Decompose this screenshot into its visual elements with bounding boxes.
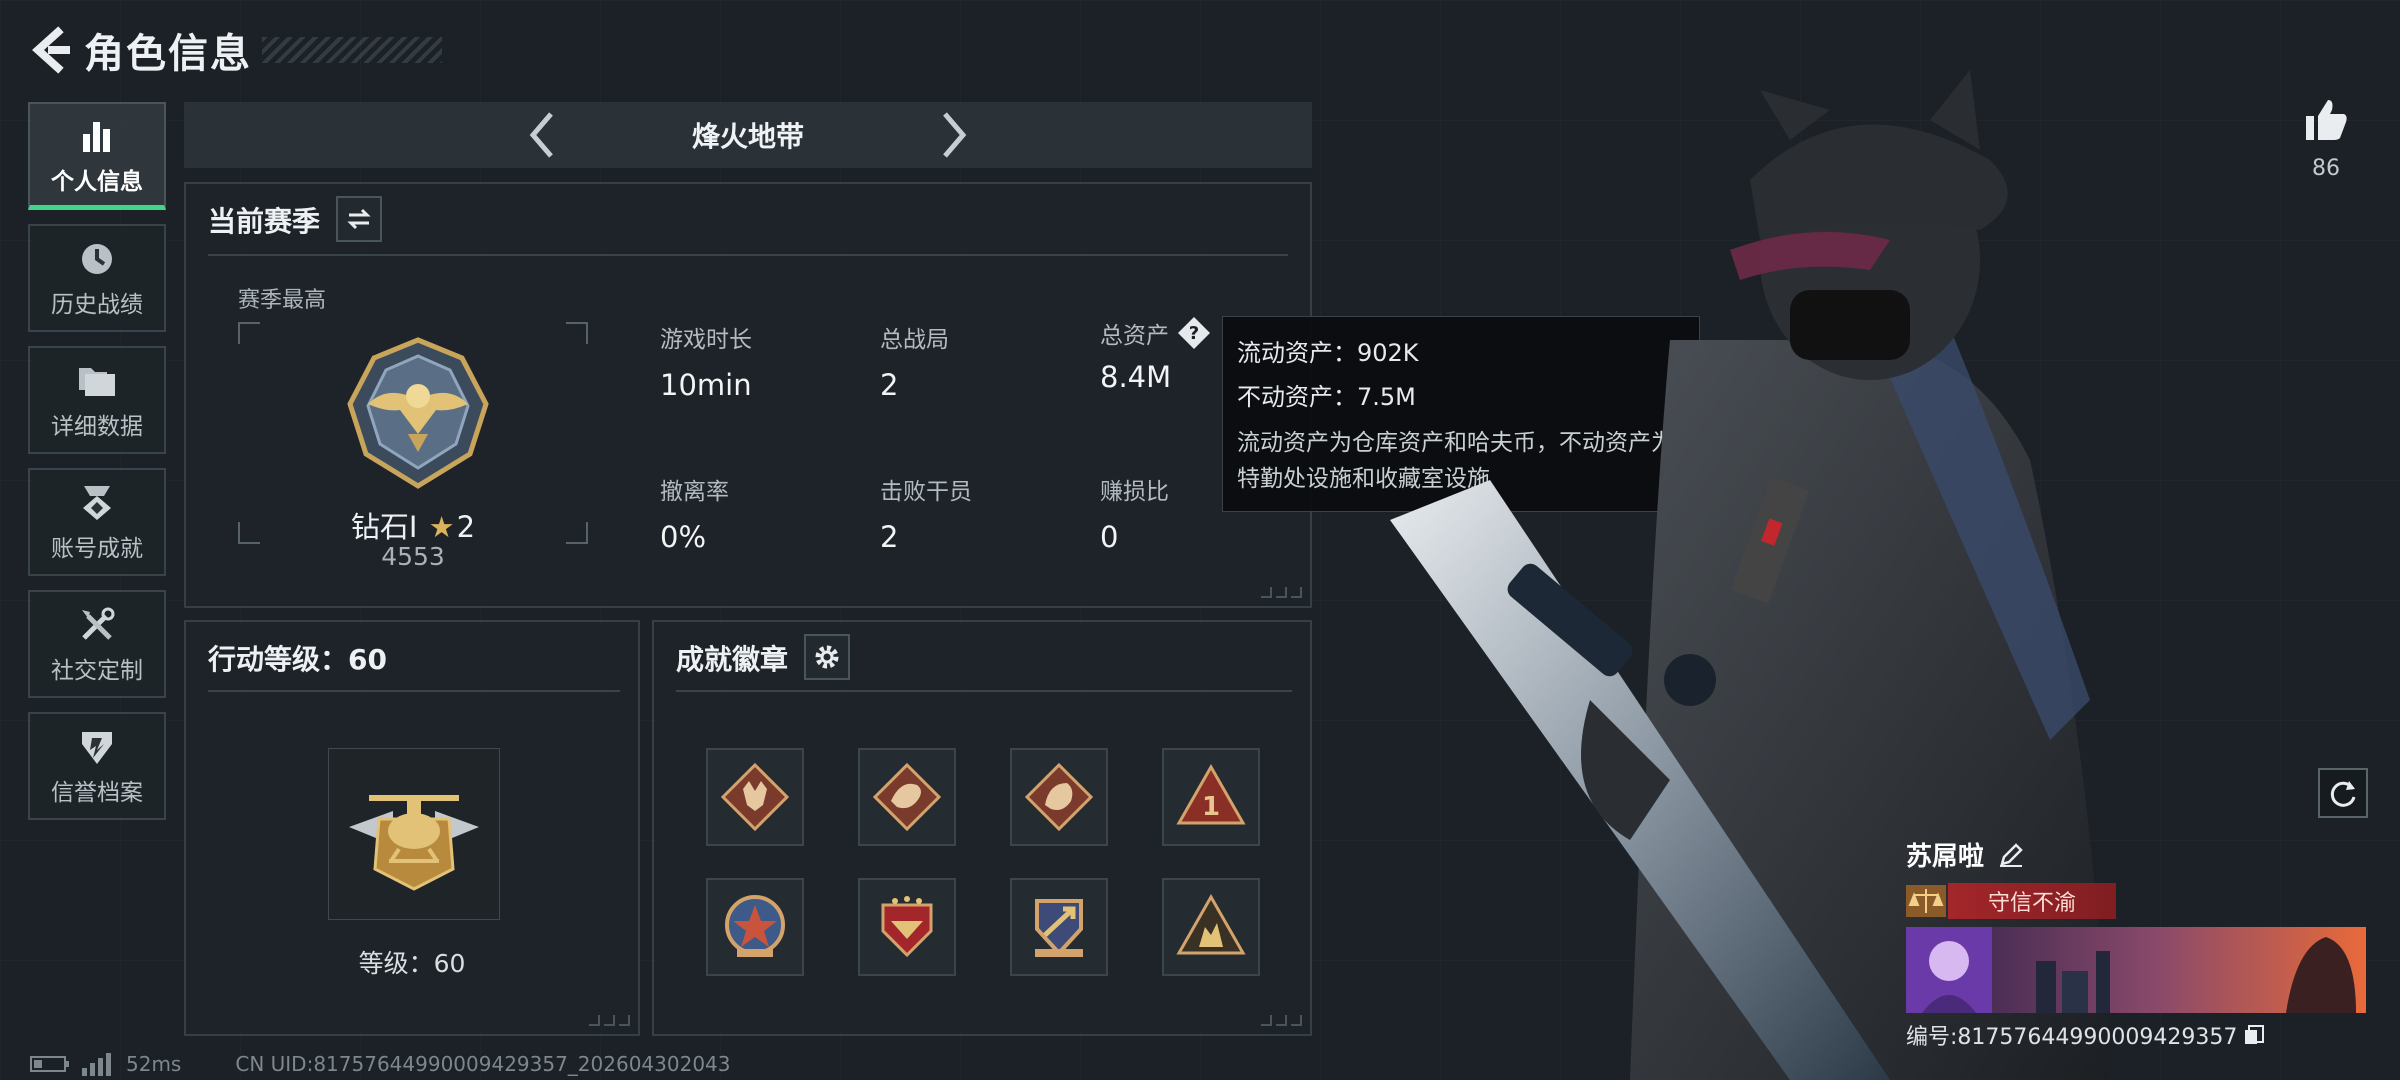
header: 角色信息 [28,22,442,78]
rank-name: 钻石I ★2 [350,510,476,544]
nav-label: 账号成就 [51,536,143,562]
corner-decoration [1261,587,1302,598]
like-button[interactable]: 86 [2296,96,2356,181]
soldiers-badge-icon[interactable] [1162,878,1260,976]
signal-icon [82,1053,111,1076]
tools-icon [78,603,116,647]
dragon-badge-icon[interactable] [858,748,956,846]
nav-label: 历史战绩 [51,292,143,318]
arrow-shield-badge-icon[interactable] [1010,878,1108,976]
divider [676,690,1292,692]
player-id: 编号:8175764499000942935​7 [1906,1025,2238,1050]
helicopter-emblem-icon [349,795,479,891]
season-title: 当前赛季 [208,205,321,238]
level-text: 等级：60 [358,949,466,978]
nav-item-credit-record[interactable]: 信誉档案 [28,712,166,820]
nav-label: 个人信息 [51,168,143,195]
season-panel: 当前赛季 赛季最高 钻石I ★2 4553 游戏时长 10min 总战局 2 总… [184,182,1312,608]
back-arrow-icon[interactable] [28,26,72,74]
dragon-badge-icon[interactable] [1010,748,1108,846]
chevron-right-icon[interactable] [924,105,984,165]
stat-total-assets: 总资产 ? 8.4M [1100,316,1211,394]
bar-chart-icon [79,114,115,158]
ping: 52ms [126,1052,182,1076]
level-title: 行动等级：60 [208,643,387,676]
player-card: 苏屌啦 守信不渝 编号:8175764499000942935​7 [1906,836,2366,1051]
stat-profit-ratio: 赚损比 0 [1100,479,1169,554]
side-nav: 个人信息 历史战绩 详细数据 账号成就 社交定制 信誉档案 [28,102,166,834]
player-banner [1906,927,2366,1013]
level-emblem [328,748,500,920]
nav-label: 详细数据 [51,414,143,440]
stat-play-time: 游戏时长 10min [660,327,752,402]
star-shield-badge-icon[interactable] [706,878,804,976]
mode-selector: 烽火地带 [184,102,1312,168]
nav-label: 社交定制 [51,658,143,684]
folder-icon [77,359,117,403]
svg-text:1: 1 [1202,792,1220,822]
nav-item-achievements[interactable]: 账号成就 [28,468,166,576]
badges-title: 成就徽章 [676,643,789,676]
battery-icon [30,1056,69,1072]
stat-extraction-rate: 撤离率 0% [660,479,729,554]
svg-text:?: ? [1189,323,1199,344]
nav-item-match-history[interactable]: 历史战绩 [28,224,166,332]
credit-label: 守信不渝 [1948,883,2117,919]
uid-text: CN UID:8175764499000942935​7_20260430204… [235,1052,731,1076]
rank-score: 4553 [381,542,445,571]
shield-icon [78,725,116,769]
wing-badge-icon[interactable] [858,878,956,976]
corner-decoration [1261,1015,1302,1026]
diamond-rank-emblem-icon [347,337,489,489]
player-name-row: 苏屌啦 [1906,836,2366,873]
edit-pencil-icon[interactable] [1998,842,2024,868]
medal-icon [78,481,116,525]
season-best-label: 赛季最高 [238,288,327,313]
swap-arrows-icon [347,208,371,230]
thumbs-up-icon [2306,100,2347,140]
refresh-icon [2330,781,2356,807]
corner-decoration [589,1015,630,1026]
status-bar: 52ms CN UID:8175764499000942935​7_202604… [30,1052,731,1076]
refresh-button[interactable] [2318,768,2368,818]
help-icon[interactable]: ? [1177,316,1211,350]
nav-item-social-custom[interactable]: 社交定制 [28,590,166,698]
player-name: 苏屌啦 [1906,842,1985,872]
wolf-badge-icon[interactable] [706,748,804,846]
like-count: 86 [2312,156,2340,181]
nav-item-personal-info[interactable]: 个人信息 [28,102,166,210]
rank-one-badge-icon[interactable]: 1 [1162,748,1260,846]
clock-icon [78,237,116,281]
gear-icon [815,645,839,669]
divider [208,254,1288,256]
swap-button[interactable] [336,196,382,242]
credit-row: 守信不渝 [1906,883,2366,919]
divider [208,690,620,692]
chevron-left-icon[interactable] [512,105,572,165]
nav-label: 信誉档案 [51,780,143,806]
mode-name: 烽火地带 [691,120,804,153]
star-icon: ★ [428,510,455,544]
stat-total-matches: 总战局 2 [880,327,949,402]
badges-panel: 成就徽章 1 [652,620,1312,1036]
action-level-panel: 行动等级：60 等级：60 [184,620,640,1036]
player-id-row: 编号:8175764499000942935​7 [1906,1019,2366,1051]
scales-icon [1906,885,1946,917]
page-title: 角色信息 [84,31,252,77]
title-decoration [262,37,442,63]
copy-icon[interactable] [2243,1024,2265,1046]
nav-item-detailed-data[interactable]: 详细数据 [28,346,166,454]
stat-operators-defeated: 击败干员 2 [880,479,972,554]
badge-settings-button[interactable] [804,634,850,680]
